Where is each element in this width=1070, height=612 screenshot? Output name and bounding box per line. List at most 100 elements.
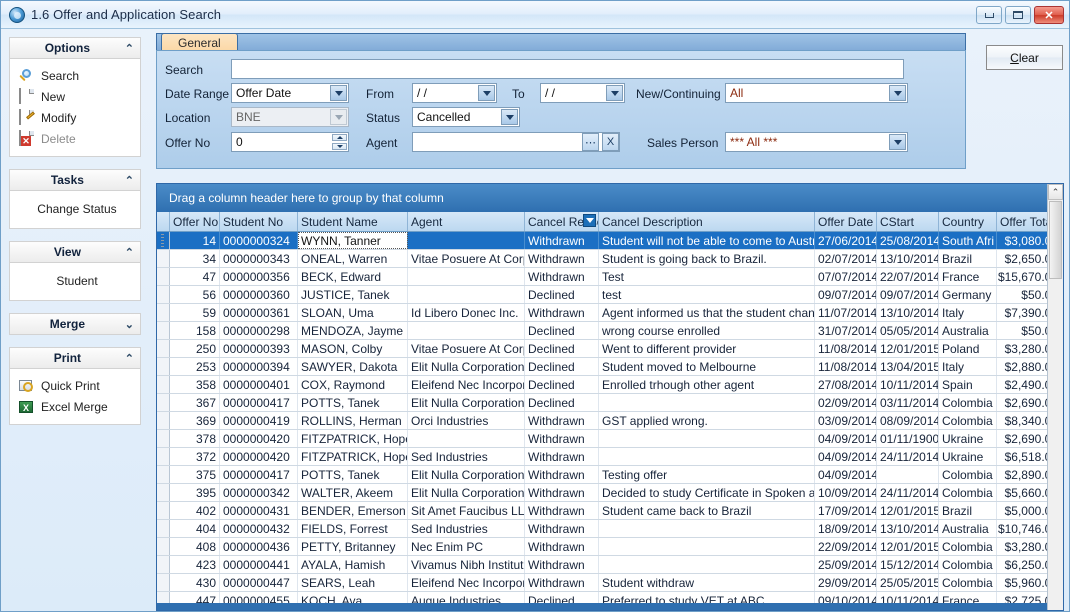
stepper-down-icon[interactable]	[332, 143, 347, 150]
status-select[interactable]: Cancelled	[412, 107, 520, 127]
chevron-up-icon[interactable]: ⌃	[125, 42, 134, 55]
row-indicator[interactable]	[157, 448, 170, 465]
close-button[interactable]: ✕	[1034, 6, 1064, 24]
row-indicator[interactable]	[157, 322, 170, 339]
row-indicator[interactable]	[157, 304, 170, 321]
chevron-down-icon[interactable]: ⌄	[125, 318, 134, 331]
maximize-button[interactable]	[1005, 6, 1031, 24]
table-row[interactable]: 3580000000401COX, RaymondEleifend Nec In…	[157, 376, 1063, 394]
table-cell: Elit Nulla Corporation	[408, 358, 525, 375]
agent-browse-button[interactable]: ⋯	[582, 133, 599, 151]
column-header-cstart[interactable]: CStart	[877, 212, 939, 231]
table-row[interactable]: 3750000000417POTTS, TanekElit Nulla Corp…	[157, 466, 1063, 484]
column-header-cancel-description[interactable]: Cancel Description	[599, 212, 815, 231]
chevron-up-icon[interactable]: ⌃	[125, 352, 134, 365]
date-range-select[interactable]: Offer Date	[231, 83, 349, 103]
minimize-button[interactable]	[976, 6, 1002, 24]
row-indicator[interactable]	[157, 430, 170, 447]
scroll-up-icon[interactable]: ⌃	[1048, 184, 1063, 200]
chevron-down-icon[interactable]	[889, 85, 906, 101]
agent-clear-button[interactable]: X	[602, 133, 619, 151]
chevron-down-icon[interactable]	[478, 85, 495, 101]
clear-button[interactable]: Clear	[986, 45, 1063, 70]
column-header-agent[interactable]: Agent	[408, 212, 525, 231]
table-row[interactable]: 3950000000342WALTER, AkeemElit Nulla Cor…	[157, 484, 1063, 502]
table-row[interactable]: 1580000000298MENDOZA, JaymeDeclinedwrong…	[157, 322, 1063, 340]
sidebar-item-change-status[interactable]: Change Status	[18, 197, 136, 221]
table-row[interactable]: 4080000000436PETTY, BritanneyNec Enim PC…	[157, 538, 1063, 556]
table-row[interactable]: 3780000000420FITZPATRICK, HopeWithdrawn0…	[157, 430, 1063, 448]
column-header-cancel-reason[interactable]: Cancel Reason	[525, 212, 599, 231]
sidebar-item-delete[interactable]: ✕ Delete	[18, 128, 136, 149]
filter-icon[interactable]	[583, 214, 596, 227]
table-row[interactable]: 590000000361SLOAN, UmaId Libero Donec In…	[157, 304, 1063, 322]
sales-person-select[interactable]: *** All ***	[725, 132, 908, 152]
search-input[interactable]	[231, 59, 904, 79]
table-row[interactable]: 2500000000393MASON, ColbyVitae Posuere A…	[157, 340, 1063, 358]
group-by-bar[interactable]: Drag a column header here to group by th…	[157, 184, 1063, 212]
table-row[interactable]: 560000000360JUSTICE, TanekDeclinedtest09…	[157, 286, 1063, 304]
table-cell: Agent informed us that the student chang…	[599, 304, 815, 321]
row-indicator[interactable]	[157, 376, 170, 393]
row-indicator[interactable]	[157, 286, 170, 303]
row-indicator[interactable]	[157, 520, 170, 537]
row-indicator[interactable]	[157, 484, 170, 501]
table-row[interactable]: 4040000000432FIELDS, ForrestSed Industri…	[157, 520, 1063, 538]
chevron-up-icon[interactable]: ⌃	[125, 246, 134, 259]
chevron-down-icon[interactable]	[606, 85, 623, 101]
chevron-down-icon[interactable]	[501, 109, 518, 125]
table-cell: 250	[170, 340, 220, 357]
row-indicator[interactable]	[157, 556, 170, 573]
scrollbar-thumb[interactable]	[1049, 201, 1062, 279]
row-indicator[interactable]	[157, 250, 170, 267]
row-indicator[interactable]	[157, 340, 170, 357]
table-row[interactable]: 340000000343ONEAL, WarrenVitae Posuere A…	[157, 250, 1063, 268]
sidebar-item-excel-merge[interactable]: X Excel Merge	[18, 396, 136, 417]
row-indicator[interactable]	[157, 394, 170, 411]
offer-no-stepper[interactable]	[332, 134, 347, 150]
from-date-picker[interactable]: / /	[412, 83, 497, 103]
chevron-down-icon[interactable]	[330, 85, 347, 101]
row-indicator[interactable]	[157, 412, 170, 429]
search-form: Search Date Range Offer Date From / / To…	[156, 50, 966, 169]
panel-view-header[interactable]: View ⌃	[9, 241, 141, 263]
table-row[interactable]: 3720000000420FITZPATRICK, HopeSed Indust…	[157, 448, 1063, 466]
to-date-picker[interactable]: / /	[540, 83, 625, 103]
vertical-scrollbar[interactable]: ⌃	[1047, 184, 1063, 610]
table-row[interactable]: 470000000356BECK, EdwardWithdrawnTest07/…	[157, 268, 1063, 286]
row-indicator[interactable]	[157, 466, 170, 483]
sidebar-item-modify[interactable]: Modify	[18, 107, 136, 128]
column-header-offer-no[interactable]: Offer No	[170, 212, 220, 231]
column-header-offer-date[interactable]: Offer Date	[815, 212, 877, 231]
row-indicator[interactable]	[157, 574, 170, 591]
table-row[interactable]: 140000000324WYNN, TannerWithdrawnStudent…	[157, 232, 1063, 250]
row-indicator[interactable]	[157, 502, 170, 519]
sidebar-item-quick-print[interactable]: Quick Print	[18, 375, 136, 396]
offer-no-input[interactable]: 0	[231, 132, 349, 152]
sidebar-item-student[interactable]: Student	[18, 269, 136, 293]
chevron-up-icon[interactable]: ⌃	[125, 174, 134, 187]
row-indicator[interactable]	[157, 538, 170, 555]
sidebar-item-search[interactable]: Search	[18, 65, 136, 86]
table-row[interactable]: 4020000000431BENDER, EmersonSit Amet Fau…	[157, 502, 1063, 520]
column-header-country[interactable]: Country	[939, 212, 997, 231]
table-row[interactable]: 4230000000441AYALA, HamishVivamus Nibh I…	[157, 556, 1063, 574]
panel-options-header[interactable]: Options ⌃	[9, 37, 141, 59]
row-indicator[interactable]	[157, 358, 170, 375]
table-row[interactable]: 3670000000417POTTS, TanekElit Nulla Corp…	[157, 394, 1063, 412]
location-select[interactable]: BNE	[231, 107, 349, 127]
column-header-student-no[interactable]: Student No	[220, 212, 298, 231]
table-row[interactable]: 4300000000447SEARS, LeahEleifend Nec Inc…	[157, 574, 1063, 592]
panel-tasks-header[interactable]: Tasks ⌃	[9, 169, 141, 191]
row-indicator[interactable]	[157, 268, 170, 285]
new-continuing-select[interactable]: All	[725, 83, 908, 103]
row-indicator[interactable]	[157, 232, 170, 249]
table-row[interactable]: 3690000000419ROLLINS, HermanOrci Industr…	[157, 412, 1063, 430]
table-row[interactable]: 2530000000394SAWYER, DakotaElit Nulla Co…	[157, 358, 1063, 376]
panel-print-header[interactable]: Print ⌃	[9, 347, 141, 369]
column-header-student-name[interactable]: Student Name	[298, 212, 408, 231]
chevron-down-icon[interactable]	[889, 134, 906, 150]
panel-merge-header[interactable]: Merge ⌄	[9, 313, 141, 335]
sidebar-item-new[interactable]: New	[18, 86, 136, 107]
stepper-up-icon[interactable]	[332, 134, 347, 141]
